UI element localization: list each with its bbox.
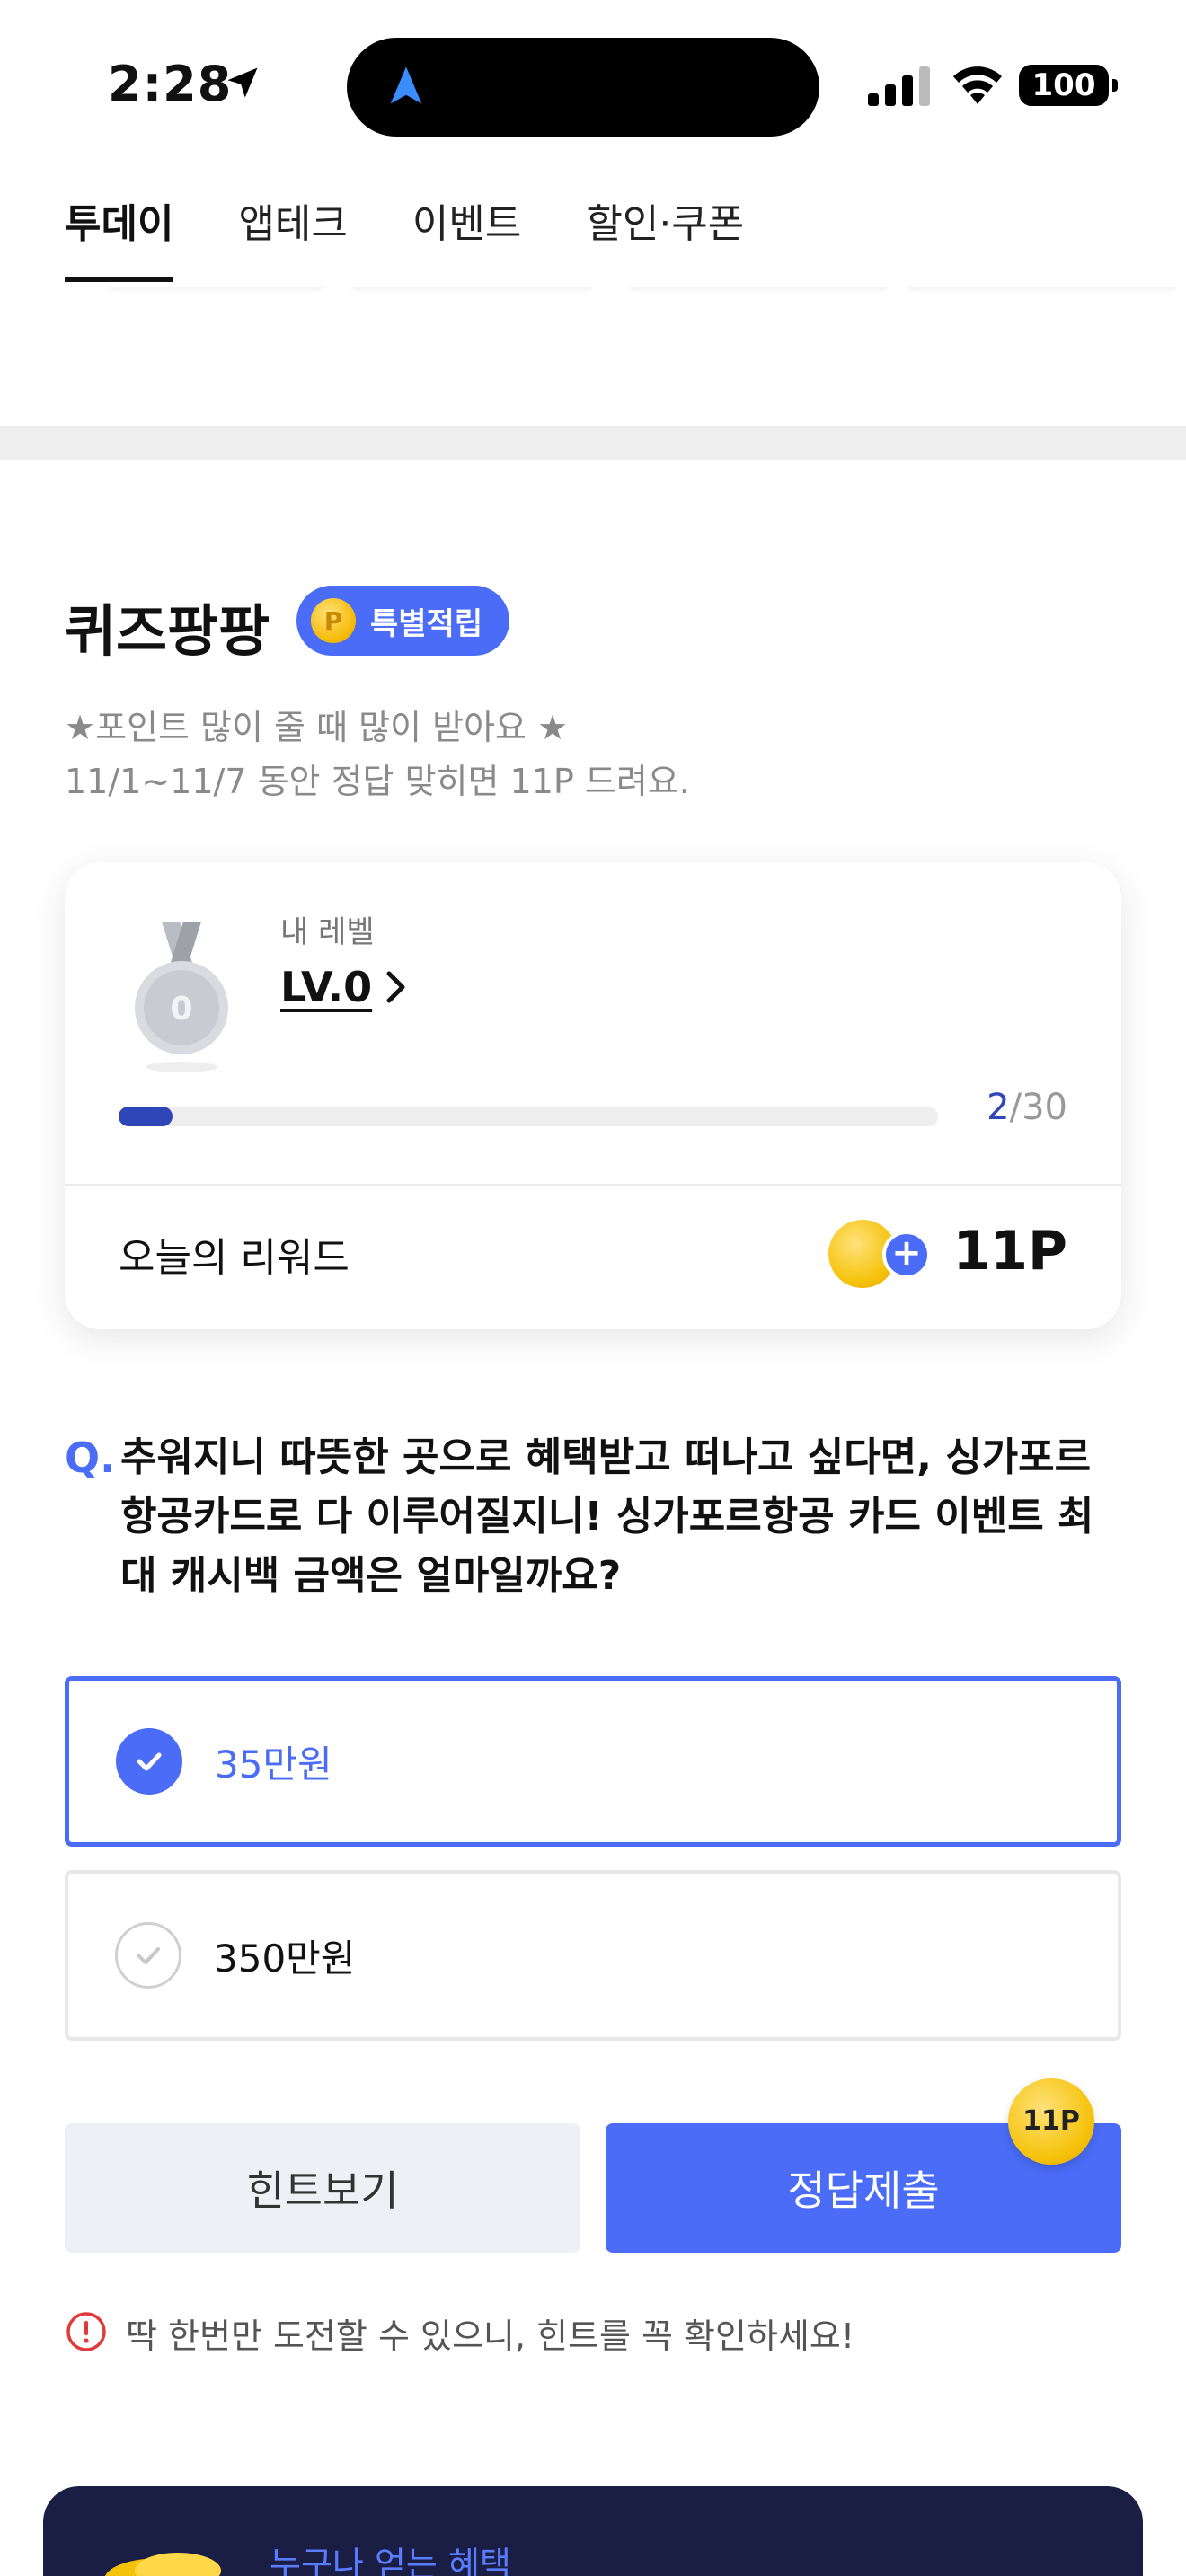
progress-current: 2 — [987, 1087, 1010, 1128]
banner-text: 누구나 얻는 혜택 — [270, 2545, 511, 2576]
chevron-right-icon — [386, 971, 405, 1003]
level-progress-fill — [119, 1107, 173, 1126]
warning-text: 딱 한번만 도전할 수 있으니, 힌트를 꼭 확인하세요! — [126, 2316, 855, 2356]
battery-indicator: 100 — [1019, 65, 1118, 106]
coin-stack-icon — [104, 2553, 221, 2576]
quiz-description-line1: ★포인트 많이 줄 때 많이 받아요 ★ — [65, 708, 569, 747]
location-arrow-icon — [227, 67, 258, 98]
hint-button[interactable]: 힌트보기 — [65, 2123, 580, 2253]
card-divider — [65, 1184, 1121, 1186]
todays-reward-label: 오늘의 리워드 — [119, 1235, 350, 1281]
cellular-signal-icon — [868, 66, 930, 106]
point-coin-icon: P — [311, 598, 356, 643]
tab-event[interactable]: 이벤트 — [412, 189, 521, 282]
top-tabs: 투데이 앱테크 이벤트 할인·쿠폰 — [65, 189, 744, 282]
warning-icon — [66, 2312, 106, 2351]
check-circle-icon — [115, 1922, 181, 1989]
question-prefix: Q. — [65, 1434, 116, 1482]
reward-points: 11P — [952, 1220, 1067, 1283]
section-divider — [0, 426, 1186, 460]
answer-option-1[interactable]: 35만원 — [65, 1676, 1121, 1847]
benefit-banner[interactable]: 누구나 얻는 혜택 — [43, 2486, 1143, 2576]
medal-number: 0 — [170, 991, 192, 1028]
tab-today[interactable]: 투데이 — [65, 189, 174, 282]
tab-discount-coupon[interactable]: 할인·쿠폰 — [586, 189, 744, 282]
my-level-label: 내 레벨 — [280, 914, 375, 950]
answer-option-label: 350만원 — [214, 1936, 356, 1981]
quiz-description: ★포인트 많이 줄 때 많이 받아요 ★ 11/1~11/7 동안 정답 맞히면… — [65, 701, 690, 808]
submit-reward-badge: 11P — [1008, 2078, 1094, 2165]
question-text: 추워지니 따뜻한 곳으로 혜택받고 떠나고 싶다면, 싱가포르 항공카드로 다 … — [120, 1434, 1094, 1599]
progress-total: /30 — [1009, 1087, 1067, 1128]
status-time: 2:28 — [108, 56, 233, 112]
level-link[interactable]: LV.0 — [280, 963, 408, 1011]
answer-option-label: 35만원 — [215, 1742, 332, 1786]
dynamic-island — [347, 38, 819, 137]
level-progress-bar — [119, 1107, 938, 1126]
answer-option-2[interactable]: 350만원 — [65, 1870, 1121, 2041]
status-bar: 2:28 100 — [0, 0, 1186, 171]
navigation-icon — [390, 66, 422, 104]
level-progress-text: 2/30 — [987, 1087, 1067, 1128]
quiz-title: 퀴즈팡팡 — [65, 598, 270, 664]
plus-icon: + — [882, 1231, 931, 1279]
quiz-description-line2: 11/1~11/7 동안 정답 맞히면 11P 드려요. — [65, 762, 690, 801]
wifi-icon — [953, 66, 1002, 104]
badge-label: 특별적립 — [370, 605, 483, 642]
level-card: 0 내 레벨 LV.0 2/30 오늘의 리워드 + 11P — [65, 862, 1121, 1329]
check-circle-icon — [116, 1728, 182, 1795]
special-reward-badge: P 특별적립 — [296, 586, 510, 656]
silver-medal-icon: 0 — [135, 922, 228, 1072]
carousel-card-edges — [0, 282, 1186, 291]
level-value: LV.0 — [280, 963, 373, 1011]
tab-apptech[interactable]: 앱테크 — [238, 189, 347, 282]
